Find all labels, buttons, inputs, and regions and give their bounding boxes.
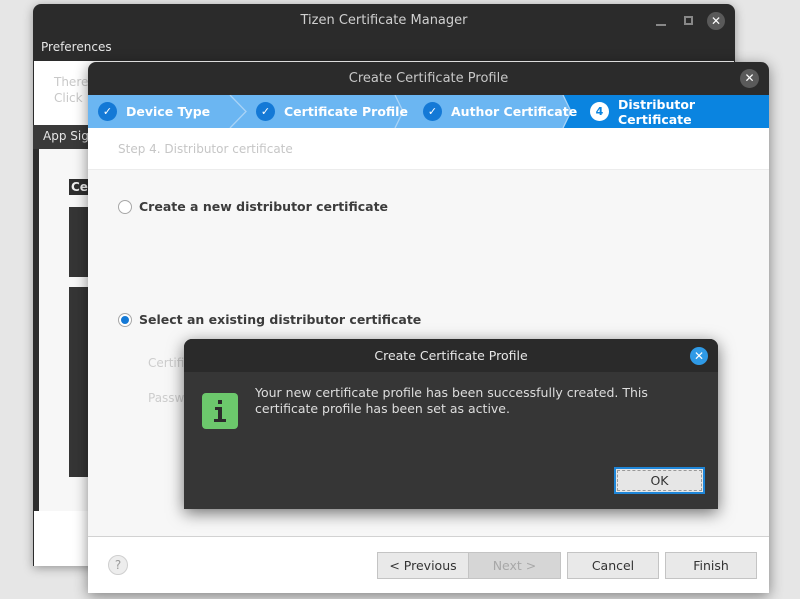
info-icon bbox=[202, 393, 238, 429]
password-field-label: Passw bbox=[148, 391, 185, 405]
maximize-button[interactable] bbox=[684, 16, 693, 25]
finish-button[interactable]: Finish bbox=[665, 552, 757, 579]
check-icon: ✓ bbox=[423, 102, 442, 121]
step-device-type: ✓ Device Type bbox=[98, 95, 210, 128]
step-number-icon: 4 bbox=[590, 102, 609, 121]
radio-button[interactable] bbox=[118, 199, 132, 214]
info-line: Click bbox=[54, 91, 83, 105]
step-label: Certificate Profile bbox=[284, 104, 408, 119]
ok-button[interactable]: OK bbox=[614, 467, 705, 494]
success-message-dialog: Create Certificate Profile ✕ Your new ce… bbox=[184, 339, 718, 509]
close-wizard-button[interactable]: ✕ bbox=[740, 69, 759, 88]
close-message-button[interactable]: ✕ bbox=[690, 347, 708, 365]
step-label: Device Type bbox=[126, 104, 211, 119]
tab-label: App Sig bbox=[43, 129, 89, 143]
step-label: Distributor Certificate bbox=[618, 96, 696, 127]
step-distributor-certificate: 4 Distributor Certificate bbox=[590, 95, 769, 128]
help-icon[interactable]: ? bbox=[108, 555, 128, 575]
next-button: Next > bbox=[468, 552, 561, 579]
minimize-button[interactable] bbox=[656, 14, 666, 26]
option-create-new[interactable]: Create a new distributor certificate bbox=[118, 199, 388, 214]
create-profile-wizard: Create Certificate Profile ✕ ✓ Device Ty… bbox=[88, 62, 769, 593]
certificate-field-label: Certifi bbox=[148, 356, 185, 370]
wizard-title: Create Certificate Profile bbox=[88, 62, 769, 95]
message-text: Your new certificate profile has been su… bbox=[255, 385, 648, 416]
step-separator bbox=[229, 95, 247, 128]
message-dialog-title: Create Certificate Profile bbox=[184, 339, 718, 372]
step-author-certificate: ✓ Author Certificate bbox=[423, 95, 577, 128]
cancel-button[interactable]: Cancel bbox=[567, 552, 659, 579]
option-label: Create a new distributor certificate bbox=[139, 199, 389, 214]
check-icon: ✓ bbox=[98, 102, 117, 121]
wizard-footer: ? < Previous Next > Cancel Finish bbox=[88, 536, 769, 593]
close-window-button[interactable]: ✕ bbox=[707, 12, 725, 30]
step-certificate-profile: ✓ Certificate Profile bbox=[256, 95, 408, 128]
previous-button[interactable]: < Previous bbox=[377, 552, 469, 579]
info-line: There bbox=[54, 75, 89, 89]
wizard-steps: ✓ Device Type ✓ Certificate Profile ✓ Au… bbox=[88, 95, 769, 128]
option-label: Select an existing distributor certifica… bbox=[139, 312, 422, 327]
step-subtitle-bar: Step 4. Distributor certificate bbox=[88, 128, 769, 170]
option-select-existing[interactable]: Select an existing distributor certifica… bbox=[118, 312, 421, 327]
step-subtitle: Step 4. Distributor certificate bbox=[118, 142, 293, 156]
preferences-menu[interactable]: Preferences bbox=[41, 40, 112, 54]
window-title: Tizen Certificate Manager bbox=[300, 13, 468, 28]
radio-button-checked[interactable] bbox=[118, 312, 132, 327]
step-label: Author Certificate bbox=[451, 104, 578, 119]
check-icon: ✓ bbox=[256, 102, 275, 121]
